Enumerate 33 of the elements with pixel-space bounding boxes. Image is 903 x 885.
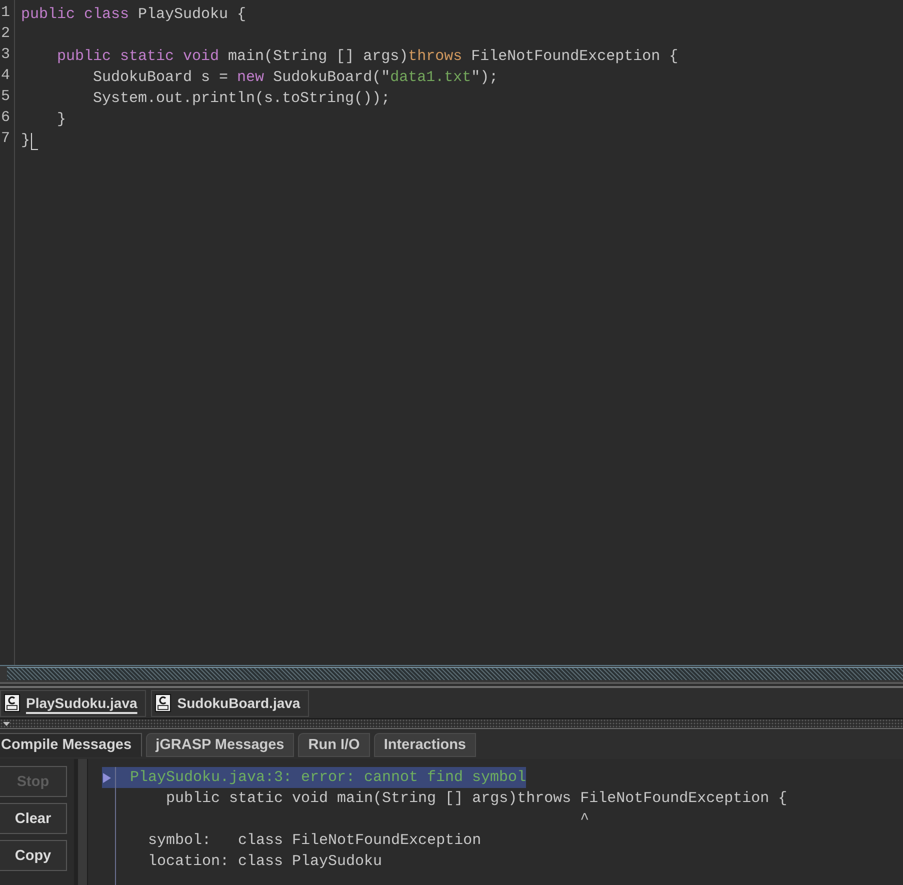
line-number: 5 — [0, 88, 10, 107]
tool-button[interactable]: Copy — [0, 840, 67, 871]
triangle-marker-icon — [103, 772, 111, 782]
file-tab[interactable]: PlaySudoku.java — [0, 690, 146, 716]
message-tab[interactable]: Run I/O — [298, 733, 370, 757]
message-line: ^ — [580, 810, 590, 828]
down-triangle-icon[interactable] — [3, 722, 10, 726]
message-tab[interactable]: jGRASP Messages — [146, 733, 294, 757]
horizontal-scrollbar[interactable] — [0, 665, 903, 684]
code-line: System.out.println(s.toString()); — [93, 90, 390, 108]
code-line: } — [57, 110, 66, 128]
line-number: 6 — [0, 109, 10, 128]
code-line: } — [21, 132, 30, 150]
message-tab[interactable]: Compile Messages — [0, 733, 142, 757]
line-number: 2 — [0, 25, 10, 44]
file-tab[interactable]: SudokuBoard.java — [151, 690, 310, 716]
message-line: PlaySudoku.java:3: error: cannot find symbol — [130, 768, 526, 786]
splitter-bar[interactable] — [0, 718, 903, 729]
line-number: 3 — [0, 46, 10, 65]
scrollbar-thumb[interactable] — [7, 667, 903, 680]
message-tab[interactable]: Interactions — [374, 733, 476, 757]
code-line: SudokuBoard s = new SudokuBoard("data1.txt"); — [93, 68, 498, 86]
message-line: public static void main(String [] args)throws FileNotFoundException { — [166, 790, 788, 808]
code-line: public class PlaySudoku { — [21, 6, 246, 24]
message-line: location: class PlaySudoku — [148, 852, 382, 870]
logo-icon — [155, 694, 172, 712]
logo-icon — [4, 694, 20, 712]
line-number: 7 — [0, 130, 10, 149]
code-line: public static void main(String [] args)throws FileNotFoundException { — [57, 48, 678, 66]
tool-button[interactable]: Clear — [0, 803, 67, 834]
line-number: 1 — [0, 4, 10, 23]
line-number: 4 — [0, 67, 10, 86]
message-line: symbol: class FileNotFoundException — [148, 832, 482, 850]
